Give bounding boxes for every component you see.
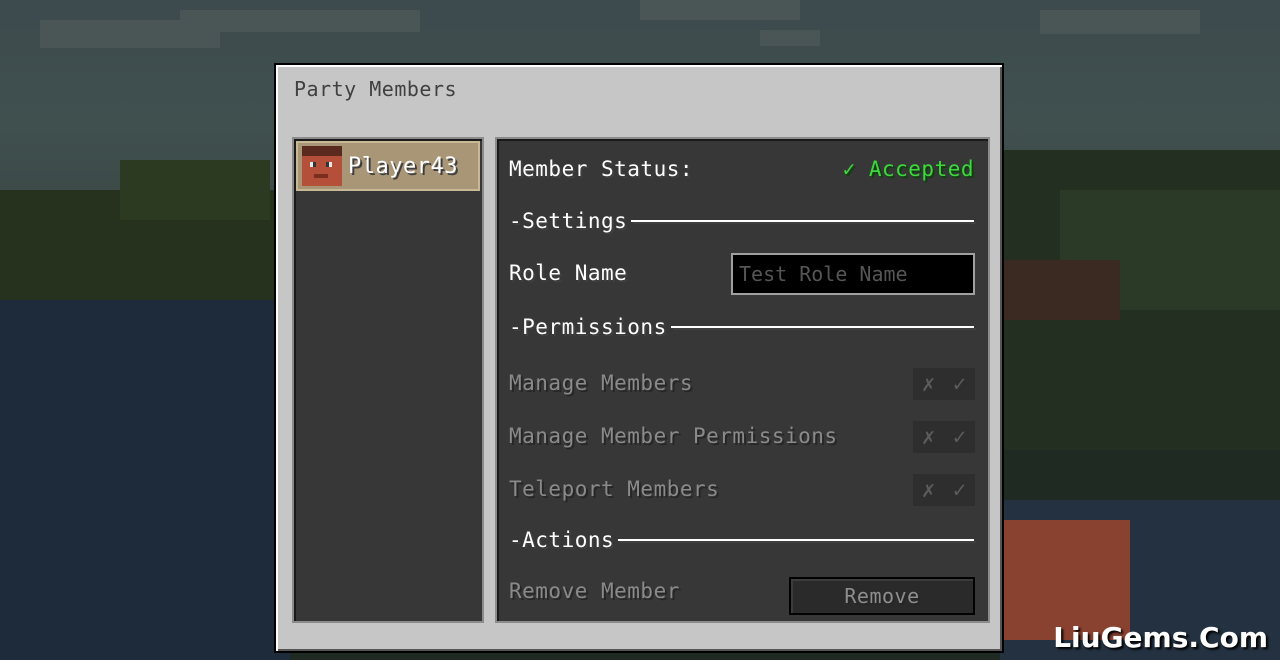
manage-members-toggle[interactable]: ✗ ✓ xyxy=(913,368,975,400)
member-entry-player43[interactable]: Player43 xyxy=(296,141,480,191)
allow-icon[interactable]: ✓ xyxy=(946,372,974,397)
settings-title: -Settings xyxy=(509,209,628,233)
player-head-icon xyxy=(302,146,342,186)
deny-icon[interactable]: ✗ xyxy=(915,372,943,397)
cloud xyxy=(760,30,820,46)
manage-member-permissions-toggle[interactable]: ✗ ✓ xyxy=(913,421,975,453)
deny-icon[interactable]: ✗ xyxy=(915,478,943,503)
site-watermark: LiuGems.Com xyxy=(1053,621,1268,654)
avatar-mouth xyxy=(314,174,328,178)
deny-icon[interactable]: ✗ xyxy=(915,425,943,450)
permission-label-manage-member-permissions: Manage Member Permissions xyxy=(509,424,838,448)
role-name-label: Role Name xyxy=(509,261,628,285)
allow-icon[interactable]: ✓ xyxy=(946,425,974,450)
avatar-pupil xyxy=(313,162,316,167)
section-divider xyxy=(631,220,974,222)
actions-section-header: -Actions xyxy=(509,526,974,554)
member-details-panel: Member Status: ✓ Accepted -Settings Role… xyxy=(495,137,990,623)
remove-member-label: Remove Member xyxy=(509,579,680,603)
trees xyxy=(120,160,270,220)
role-name-input[interactable] xyxy=(731,253,975,295)
member-status-label: Member Status: xyxy=(509,157,694,181)
avatar-pupil xyxy=(326,162,329,167)
dirt-patch xyxy=(1000,260,1120,320)
teleport-members-toggle[interactable]: ✗ ✓ xyxy=(913,474,975,506)
dialog-title: Party Members xyxy=(294,77,458,101)
member-list[interactable]: Player43 xyxy=(292,137,484,623)
member-status-value: ✓ Accepted xyxy=(842,157,974,181)
member-name: Player43 xyxy=(348,153,458,179)
permissions-title: -Permissions xyxy=(509,315,667,339)
permission-label-manage-members: Manage Members xyxy=(509,371,694,395)
party-members-dialog: Party Members Player43 Member Status: ✓ … xyxy=(274,63,1004,653)
cloud xyxy=(640,0,800,20)
settings-section-header: -Settings xyxy=(509,207,974,235)
cloud xyxy=(180,10,420,32)
section-divider xyxy=(670,326,974,328)
section-divider xyxy=(618,539,974,541)
allow-icon[interactable]: ✓ xyxy=(946,478,974,503)
remove-member-button[interactable]: Remove xyxy=(789,577,975,615)
permissions-section-header: -Permissions xyxy=(509,313,974,341)
permission-label-teleport-members: Teleport Members xyxy=(509,477,720,501)
actions-title: -Actions xyxy=(509,528,615,552)
river xyxy=(0,300,290,660)
cloud xyxy=(1040,10,1200,34)
